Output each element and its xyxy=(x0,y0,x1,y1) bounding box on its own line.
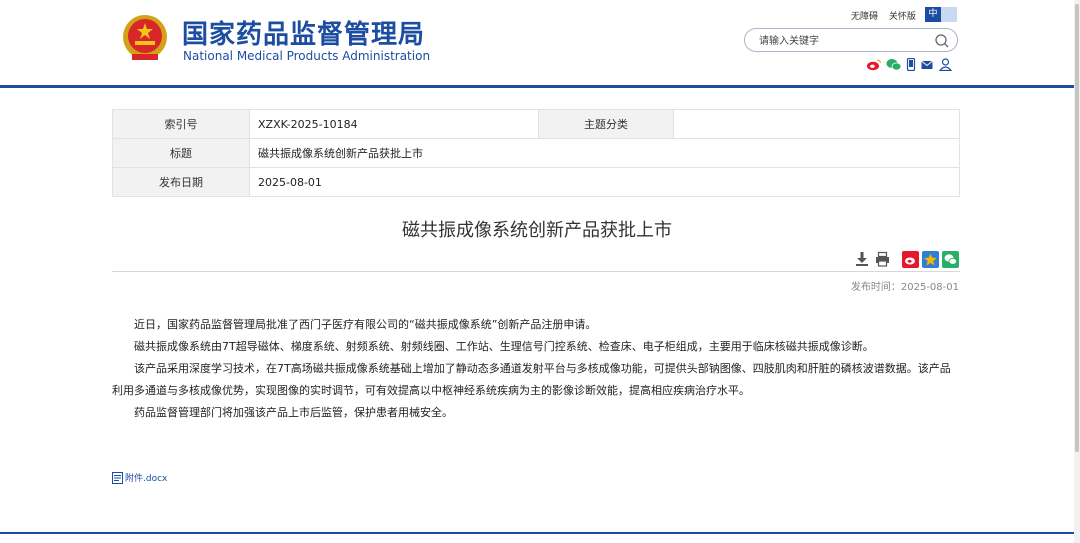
share-favorite-icon[interactable] xyxy=(922,251,939,268)
lang-en-button[interactable] xyxy=(941,7,957,22)
paragraph: 该产品采用深度学习技术，在7T高场磁共振成像系统基础上增加了静动态多通道发射平台… xyxy=(112,362,951,397)
attachment-name[interactable]: 附件.docx xyxy=(125,471,167,484)
footer-divider xyxy=(0,532,1074,534)
category-value xyxy=(673,109,960,139)
publish-time: 发布时间：2025-08-01 xyxy=(850,282,959,293)
search-box xyxy=(744,28,958,52)
metadata-table: 索引号 XZXK-2025-10184 主题分类 标题 磁共振成像系统创新产品获… xyxy=(112,109,960,197)
search-icon[interactable] xyxy=(933,32,951,50)
download-icon[interactable] xyxy=(855,251,869,267)
mobile-icon[interactable] xyxy=(906,58,916,71)
title-label: 标题 xyxy=(112,138,250,168)
weibo-icon[interactable] xyxy=(866,58,882,71)
header-divider xyxy=(0,85,1074,88)
index-value: XZXK-2025-10184 xyxy=(249,109,539,139)
category-label: 主题分类 xyxy=(538,109,674,139)
share-weibo-icon[interactable] xyxy=(902,251,919,268)
user-icon[interactable] xyxy=(939,58,952,71)
word-doc-icon xyxy=(112,471,123,484)
accessibility-link[interactable]: 无障碍 xyxy=(851,12,878,22)
index-label: 索引号 xyxy=(112,109,250,139)
table-row: 发布日期 2025-08-01 xyxy=(112,167,960,197)
national-emblem-logo[interactable] xyxy=(120,12,170,64)
search-input[interactable] xyxy=(757,32,931,50)
paragraph: 近日，国家药品监督管理局批准了西门子医疗有限公司的“磁共振成像系统”创新产品注册… xyxy=(134,318,597,331)
share-wechat-icon[interactable] xyxy=(942,251,959,268)
wechat-icon[interactable] xyxy=(886,58,902,71)
title-divider xyxy=(112,271,960,272)
elder-mode-link[interactable]: 关怀版 xyxy=(889,12,916,22)
article-title: 磁共振成像系统创新产品获批上市 xyxy=(402,220,672,241)
top-links: 无障碍 关怀版 xyxy=(851,9,924,22)
scrollbar-thumb[interactable] xyxy=(1075,4,1079,452)
attachment-link[interactable]: 附件.docx xyxy=(112,471,167,484)
paragraph: 磁共振成像系统由7T超导磁体、梯度系统、射频系统、射频线圈、工作站、生理信号门控… xyxy=(134,340,874,353)
mail-icon[interactable] xyxy=(921,58,933,71)
date-label: 发布日期 xyxy=(112,167,250,197)
lang-zh-button[interactable]: 中 xyxy=(925,7,941,22)
article-body: 近日，国家药品监督管理局批准了西门子医疗有限公司的“磁共振成像系统”创新产品注册… xyxy=(112,314,960,424)
date-value: 2025-08-01 xyxy=(249,167,960,197)
site-title[interactable]: 国家药品监督管理局 xyxy=(182,14,425,51)
print-icon[interactable] xyxy=(875,251,890,267)
table-row: 索引号 XZXK-2025-10184 主题分类 xyxy=(112,109,960,139)
scrollbar[interactable] xyxy=(1074,0,1080,543)
site-subtitle: National Medical Products Administration xyxy=(183,49,431,63)
title-value: 磁共振成像系统创新产品获批上市 xyxy=(249,138,960,168)
table-row: 标题 磁共振成像系统创新产品获批上市 xyxy=(112,138,960,168)
paragraph: 药品监督管理部门将加强该产品上市后监管，保护患者用械安全。 xyxy=(134,406,453,419)
site-header: 国家药品监督管理局 National Medical Products Admi… xyxy=(0,0,1080,88)
